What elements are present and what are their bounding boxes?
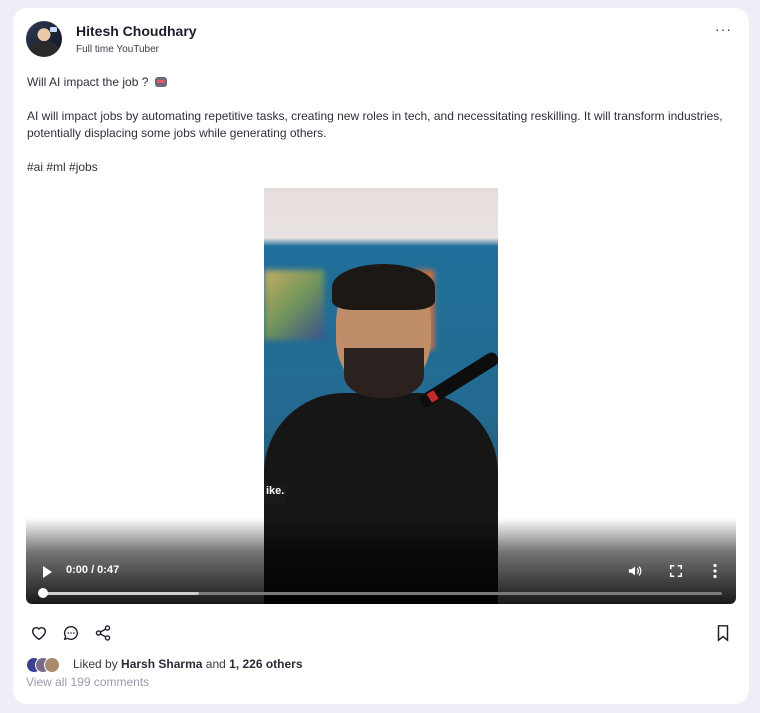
post-title: Will AI impact the job ? — [27, 74, 727, 91]
microphone — [417, 350, 498, 410]
play-icon[interactable] — [43, 566, 52, 578]
post-card: Hitesh Choudhary Full time YouTuber ··· … — [13, 8, 749, 704]
likes-others[interactable]: 1, 226 others — [229, 657, 302, 671]
person-hair — [332, 264, 435, 310]
view-comments-link[interactable]: View all 199 comments — [26, 675, 149, 689]
post-hashtags[interactable]: #ai #ml #jobs — [27, 159, 727, 176]
fullscreen-icon[interactable] — [669, 564, 683, 578]
liker-avatars — [26, 657, 66, 673]
background-art — [264, 270, 324, 340]
share-icon[interactable] — [94, 624, 112, 642]
video-progress-bar[interactable] — [38, 588, 722, 598]
video-player[interactable]: ike. 0:00 / 0:47 — [26, 188, 736, 604]
post-header: Hitesh Choudhary Full time YouTuber ··· — [26, 21, 736, 61]
person-beard — [344, 348, 424, 398]
bookmark-icon[interactable] — [714, 624, 732, 642]
heart-icon[interactable] — [30, 624, 48, 642]
likes-joiner: and — [205, 657, 226, 671]
avatar[interactable] — [26, 21, 62, 57]
video-time: 0:00 / 0:47 — [66, 564, 120, 576]
post-title-text: Will AI impact the job ? — [27, 75, 149, 89]
robot-icon — [154, 77, 167, 87]
progress-knob[interactable] — [38, 588, 48, 598]
likes-text: Liked by Harsh Sharma and 1, 226 others — [73, 657, 303, 671]
post-actions — [26, 624, 736, 644]
volume-icon[interactable] — [628, 564, 642, 578]
author-name[interactable]: Hitesh Choudhary — [76, 23, 197, 39]
comment-icon[interactable] — [62, 624, 80, 642]
buffered-bar — [43, 592, 200, 595]
more-options-icon[interactable]: ··· — [715, 21, 732, 37]
author-role: Full time YouTuber — [76, 44, 160, 55]
post-body: AI will impact jobs by automating repeti… — [27, 109, 723, 140]
liker-avatar[interactable] — [44, 657, 60, 673]
liker-name[interactable]: Harsh Sharma — [121, 657, 202, 671]
likes-prefix: Liked by — [73, 657, 118, 671]
video-options-icon[interactable] — [712, 563, 718, 579]
video-caption: ike. — [264, 485, 286, 505]
